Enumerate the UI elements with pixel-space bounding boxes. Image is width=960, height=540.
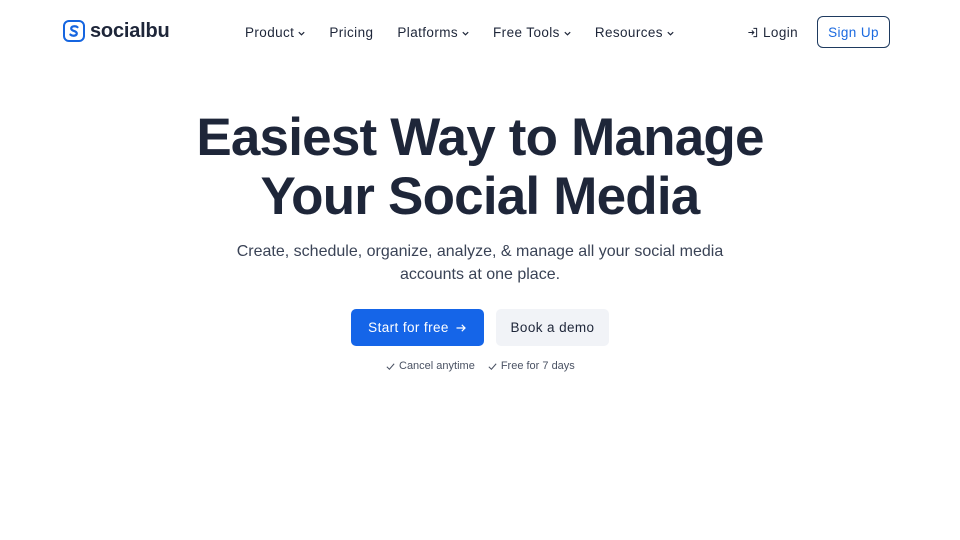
book-a-demo-button[interactable]: Book a demo [496,309,609,346]
nav-item-label: Product [245,24,295,40]
nav-item-product[interactable]: Product [245,25,306,40]
logo-text: socialbu [90,19,170,42]
chevron-down-icon [462,31,469,36]
nav-item-free-tools[interactable]: Free Tools [493,25,572,40]
perk-label: Cancel anytime [399,360,475,372]
main-nav: Product Pricing Platforms Free Tools Res… [245,22,675,42]
hero-title: Easiest Way to Manage Your Social Media [0,108,960,226]
start-for-free-button[interactable]: Start for free [351,309,484,346]
socialbu-logo-icon [63,20,85,42]
check-icon [488,362,497,370]
chevron-down-icon [667,31,674,36]
perk-label: Free for 7 days [500,360,575,372]
perk-item: Free for 7 days [487,360,575,372]
sign-up-label: Sign Up [828,24,879,40]
nav-item-platforms[interactable]: Platforms [397,25,470,40]
perks-list: Cancel anytime Free for 7 days [385,358,575,374]
sign-up-button[interactable]: Sign Up [817,16,890,48]
logo[interactable]: socialbu [63,19,170,43]
book-a-demo-label: Book a demo [510,320,595,335]
perk-item: Cancel anytime [385,360,475,372]
check-icon [386,362,395,370]
chevron-down-icon [298,31,305,36]
nav-item-resources[interactable]: Resources [595,25,675,40]
hero-subtitle: Create, schedule, organize, analyze, & m… [236,243,724,283]
arrow-right-icon [456,323,466,332]
start-for-free-label: Start for free [368,320,449,335]
login-link[interactable]: Login [747,22,798,42]
nav-item-label: Pricing [329,24,374,40]
nav-item-label: Free Tools [493,24,560,40]
nav-item-pricing[interactable]: Pricing [329,25,373,40]
hero-title-line-1: Easiest Way to Manage [196,108,764,167]
nav-item-label: Platforms [397,24,459,40]
login-label: Login [763,24,799,40]
login-icon [748,27,758,37]
nav-item-label: Resources [594,24,663,40]
hero-title-line-2: Your Social Media [260,167,701,226]
chevron-down-icon [564,31,571,36]
site-header: socialbu Product Pricing Platforms Free … [0,0,960,64]
